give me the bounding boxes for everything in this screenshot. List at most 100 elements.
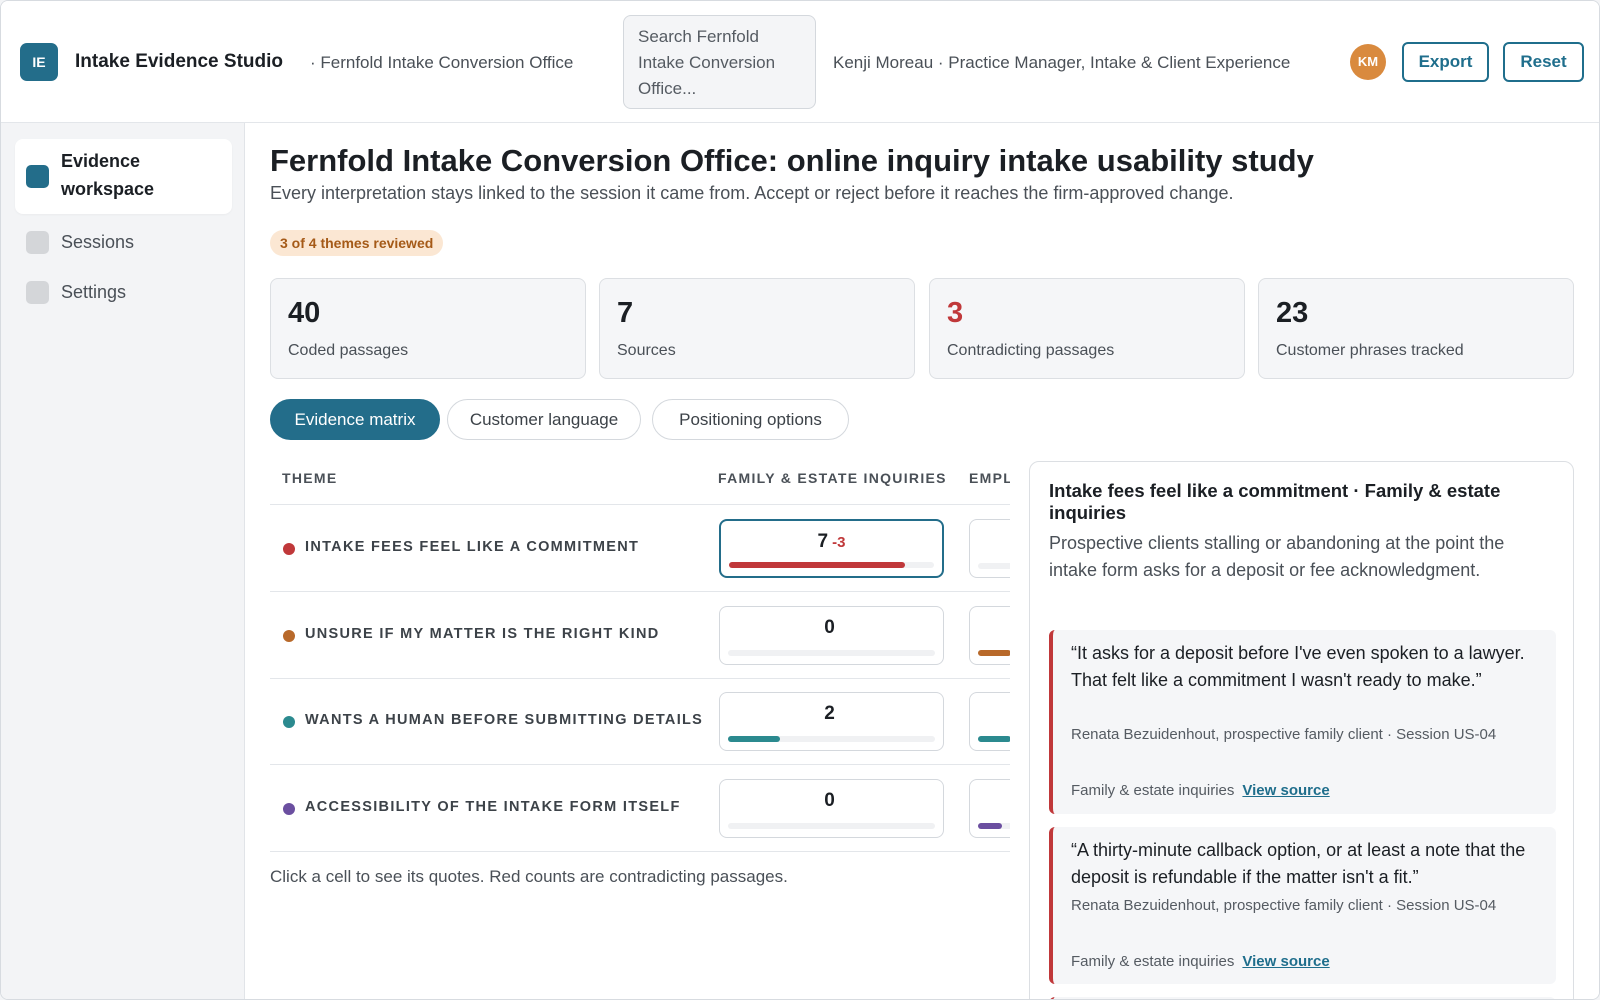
table-row: ACCESSIBILITY OF THE INTAKE FORM ITSELF … xyxy=(270,765,1010,851)
quote-attribution: Renata Bezuidenhout, prospective family … xyxy=(1071,726,1497,743)
quote-segment: Family & estate inquiries xyxy=(1071,953,1235,970)
divider xyxy=(270,851,1010,852)
theme-color-dot xyxy=(283,716,295,728)
theme-label: ACCESSIBILITY OF THE INTAKE FORM ITSELF xyxy=(305,799,681,815)
app-logo: IE xyxy=(20,43,58,81)
matrix-cell-clipped[interactable] xyxy=(969,692,1010,751)
count-bar-track xyxy=(728,650,935,656)
stat-value: 23 xyxy=(1276,297,1309,329)
status-badge: 3 of 4 themes reviewed xyxy=(270,230,444,256)
stat-card-coded-passages: 40 Coded passages xyxy=(270,278,586,379)
tab-evidence-matrix[interactable]: Evidence matrix xyxy=(270,399,440,440)
sidebar-item-evidence-workspace[interactable]: Evidence workspace xyxy=(15,139,232,214)
count-bar-fill xyxy=(978,823,1002,829)
stat-label: Coded passages xyxy=(288,342,409,359)
count-bar-track xyxy=(978,563,1010,569)
stat-label: Customer phrases tracked xyxy=(1276,342,1464,359)
sidebar-item-settings[interactable]: Settings xyxy=(15,271,232,313)
page-title: Fernfold Intake Conversion Office: onlin… xyxy=(270,143,1314,178)
tab-positioning-options[interactable]: Positioning options xyxy=(652,399,849,440)
sessions-icon xyxy=(26,231,49,254)
quote-segment: Family & estate inquiries xyxy=(1071,782,1235,799)
stat-value: 7 xyxy=(617,297,634,329)
theme-color-dot xyxy=(283,543,295,555)
theme-color-dot xyxy=(283,630,295,642)
matrix-cell[interactable]: 7 -3 xyxy=(719,519,944,578)
matrix-help-text: Click a cell to see its quotes. Red coun… xyxy=(270,867,788,886)
quote-footer: Family & estate inquiries View source xyxy=(1071,953,1330,970)
theme-label: WANTS A HUMAN BEFORE SUBMITTING DETAILS xyxy=(305,712,704,728)
stat-value: 40 xyxy=(288,297,321,329)
count-bar-track xyxy=(978,823,1010,829)
table-row: WANTS A HUMAN BEFORE SUBMITTING DETAILS … xyxy=(270,678,1010,764)
search-input[interactable]: Search Fernfold Intake Conversion Office… xyxy=(623,15,816,109)
count-bar-track xyxy=(728,736,935,742)
stat-card-contradicting-passages: 3 Contradicting passages xyxy=(929,278,1245,379)
matrix-cell[interactable]: 0 xyxy=(719,606,944,665)
sidebar-item-sessions[interactable]: Sessions xyxy=(15,221,232,263)
sidebar-item-label: Settings xyxy=(61,282,127,302)
matrix-cell[interactable]: 2 xyxy=(719,692,944,751)
sidebar-item-label: Sessions xyxy=(61,232,135,252)
quote-footer: Family & estate inquiries View source xyxy=(1071,782,1330,799)
count-bar-track xyxy=(978,650,1010,656)
export-button[interactable]: Export xyxy=(1402,42,1489,82)
count-bar-fill xyxy=(728,736,780,742)
column-header-employment: EMPL xyxy=(969,470,1010,486)
column-header-family-estate: FAMILY & ESTATE INQUIRIES xyxy=(718,470,947,486)
cell-count: 0 xyxy=(720,617,943,639)
detail-description: Prospective clients stalling or abandoni… xyxy=(1049,533,1505,580)
count-bar-track xyxy=(728,823,935,829)
cell-count-value: 0 xyxy=(824,790,835,811)
page-subtitle: Every interpretation stays linked to the… xyxy=(270,183,1234,203)
detail-title: Intake fees feel like a commitment · Fam… xyxy=(1049,480,1501,523)
org-name: · Fernfold Intake Conversion Office xyxy=(310,53,574,72)
top-bar: IE Intake Evidence Studio · Fernfold Int… xyxy=(1,1,1599,123)
count-bar-fill xyxy=(978,736,1010,742)
view-source-link[interactable]: View source xyxy=(1242,953,1329,970)
avatar[interactable]: KM xyxy=(1350,44,1386,80)
evidence-workspace-icon xyxy=(26,165,49,188)
table-row: UNSURE IF MY MATTER IS THE RIGHT KIND 0 xyxy=(270,592,1010,678)
stat-card-sources: 7 Sources xyxy=(599,278,915,379)
stat-label: Sources xyxy=(617,342,676,359)
stat-value: 3 xyxy=(947,297,964,329)
sidebar-item-label: Evidence workspace xyxy=(61,151,155,199)
quote-text: “A thirty-minute callback option, or at … xyxy=(1071,840,1526,887)
quote-detail-panel: Intake fees feel like a commitment · Fam… xyxy=(1029,461,1574,999)
count-bar-fill xyxy=(978,650,1010,656)
contradiction-count: -3 xyxy=(832,534,846,551)
quote-text: “It asks for a deposit before I've even … xyxy=(1071,643,1525,690)
evidence-matrix: THEME FAMILY & ESTATE INQUIRIES EMPL INT… xyxy=(270,458,1010,858)
stat-label: Contradicting passages xyxy=(947,342,1115,359)
table-row: INTAKE FEES FEEL LIKE A COMMITMENT 7 -3 xyxy=(270,505,1010,591)
theme-label: UNSURE IF MY MATTER IS THE RIGHT KIND xyxy=(305,626,660,642)
quote-card: “It asks for a deposit before I've even … xyxy=(1049,630,1556,814)
count-bar-fill xyxy=(729,562,906,568)
sidebar: Evidence workspace Sessions Settings xyxy=(1,123,245,999)
matrix-cell[interactable]: 0 xyxy=(719,779,944,838)
view-source-link[interactable]: View source xyxy=(1242,782,1329,799)
matrix-cell-clipped[interactable] xyxy=(969,779,1010,838)
cell-count-value: 7 xyxy=(817,531,829,552)
count-bar-track xyxy=(978,736,1010,742)
app-window: IE Intake Evidence Studio · Fernfold Int… xyxy=(0,0,1600,1000)
matrix-cell-clipped[interactable] xyxy=(969,606,1010,665)
cell-count-value: 0 xyxy=(824,617,835,638)
theme-label: INTAKE FEES FEEL LIKE A COMMITMENT xyxy=(305,539,640,555)
settings-icon xyxy=(26,281,49,304)
count-bar-track xyxy=(729,562,934,568)
theme-color-dot xyxy=(283,803,295,815)
quote-card: “A thirty-minute callback option, or at … xyxy=(1049,827,1556,984)
user-name: Kenji Moreau · Practice Manager, Intake … xyxy=(833,53,1291,72)
cell-count: 2 xyxy=(720,703,943,725)
app-title: Intake Evidence Studio xyxy=(75,51,283,72)
column-header-theme: THEME xyxy=(282,470,338,486)
tab-customer-language[interactable]: Customer language xyxy=(447,399,641,440)
matrix-cell-clipped[interactable] xyxy=(969,519,1010,578)
reset-button[interactable]: Reset xyxy=(1503,42,1584,82)
cell-count: 7 -3 xyxy=(721,531,942,553)
cell-count: 0 xyxy=(720,790,943,812)
cell-count-value: 2 xyxy=(824,703,835,724)
quote-attribution: Renata Bezuidenhout, prospective family … xyxy=(1071,897,1497,914)
